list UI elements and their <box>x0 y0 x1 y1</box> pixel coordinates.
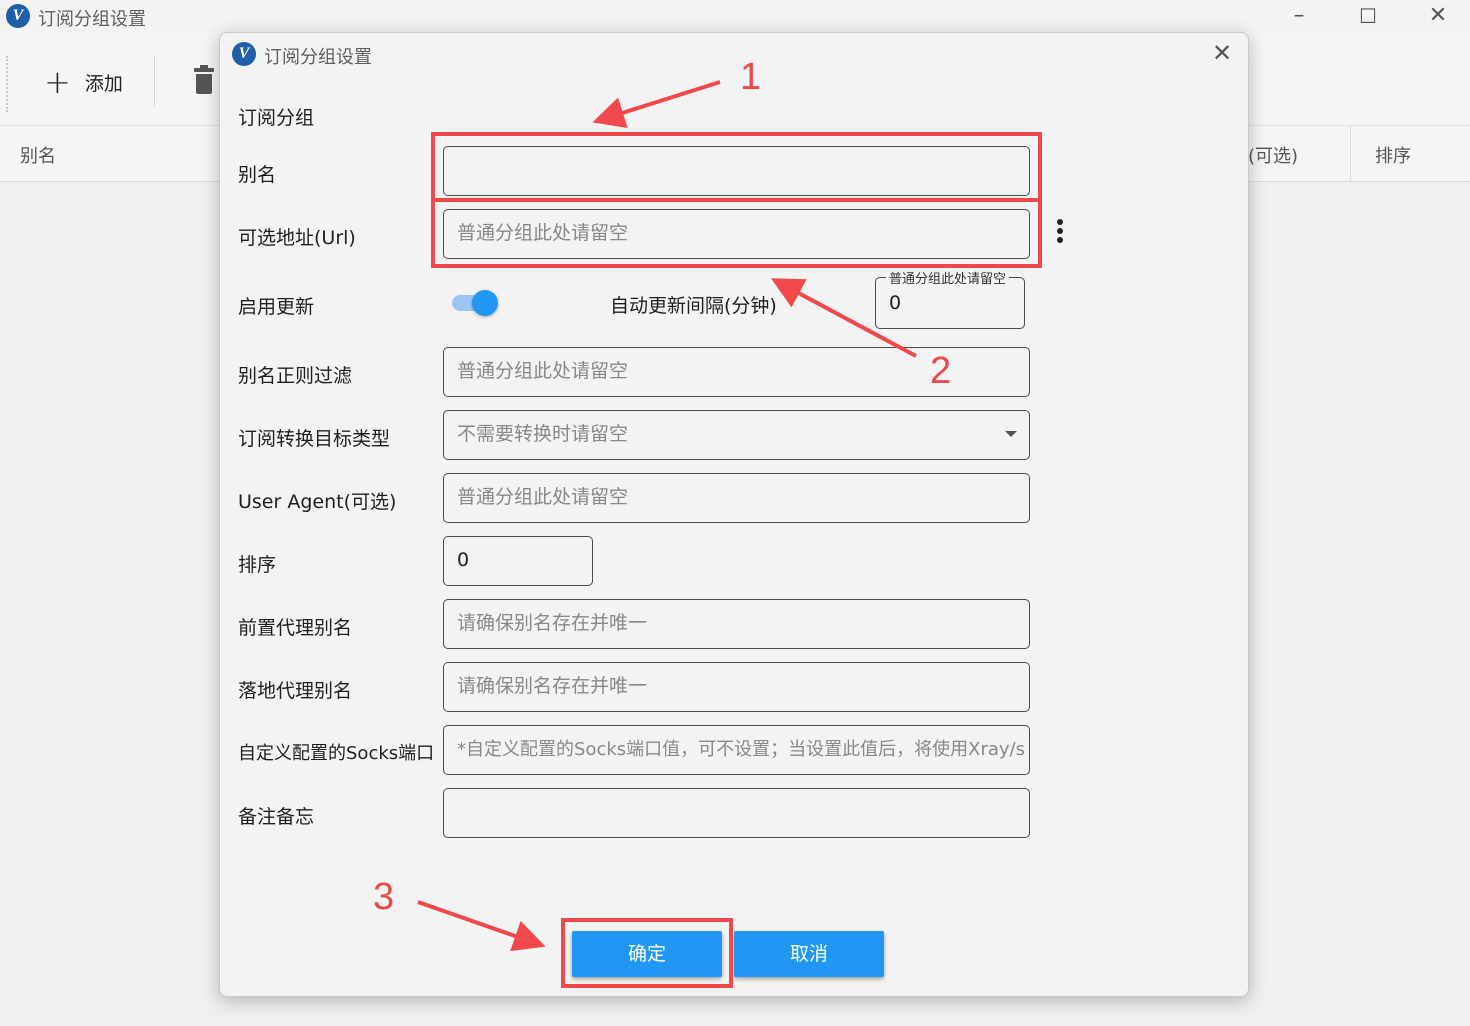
annotation-number-3: 3 <box>373 876 395 918</box>
annotation-arrows <box>417 80 917 952</box>
arrow-1 <box>592 80 721 129</box>
arrow-2 <box>770 278 917 358</box>
annotation-number-2: 2 <box>930 350 952 392</box>
annotation-number-1: 1 <box>740 56 762 98</box>
arrow-3 <box>417 900 546 952</box>
